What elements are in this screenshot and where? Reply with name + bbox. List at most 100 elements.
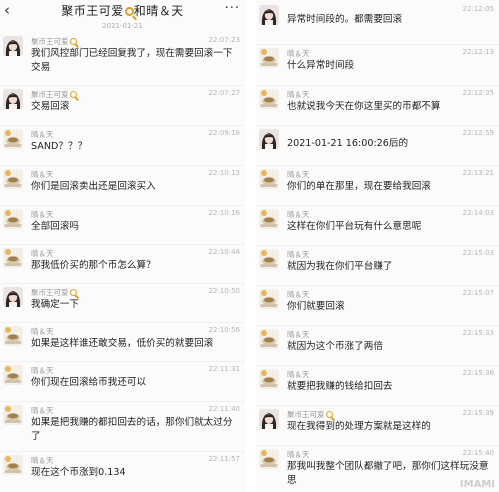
sender-name: 聚币王可爱 bbox=[287, 409, 333, 420]
sender-name: 晴＆天 bbox=[31, 327, 54, 336]
message-item: 晴＆天 22:10:16 全部回滚吗 bbox=[0, 206, 245, 245]
message-time: 22:10:50 bbox=[208, 287, 240, 295]
message-text: 全部回滚吗 bbox=[31, 221, 79, 232]
message-item: 聚币王可爱 22:07:23 我们风控部门已经回复我了，现在需要回滚一下交易 bbox=[0, 33, 245, 86]
sender-name: 晴＆天 bbox=[31, 249, 54, 258]
message-item: 晴＆天 22:09:18 SAND？？？ bbox=[0, 126, 245, 166]
message-time: 22:13:21 bbox=[462, 169, 494, 177]
avatar[interactable] bbox=[3, 326, 23, 346]
chat-panel-right: 22:12:05 异常时间段的。都需要回滚 晴＆天 22:12:13 什么异常时间段 晴＆… bbox=[256, 0, 499, 492]
avatar[interactable] bbox=[259, 48, 279, 68]
message-item: 晴＆天 22:15:03 就因为我在你们平台赚了 bbox=[256, 246, 499, 286]
message-time: 22:10:56 bbox=[208, 326, 240, 334]
message-item: 晴＆天 22:11:40 如果是把我赚的都扣回去的话，那你们就太过分了 bbox=[0, 402, 245, 452]
search-magnifier-icon bbox=[69, 289, 77, 296]
sender-name: 晴＆天 bbox=[287, 170, 310, 179]
sender-name: 晴＆天 bbox=[31, 406, 54, 415]
more-dots-icon[interactable]: ··· bbox=[225, 1, 240, 16]
message-text: 如果是这样谁还敢交易，低价买的就要回滚 bbox=[31, 338, 214, 349]
search-magnifier-icon bbox=[325, 411, 333, 418]
avatar[interactable] bbox=[259, 129, 279, 149]
avatar[interactable] bbox=[3, 365, 23, 385]
watermark: IMAMI bbox=[459, 479, 495, 490]
message-item: 聚币王可爱 22:15:39 现在我得到的处理方案就是这样的 bbox=[256, 406, 499, 446]
avatar[interactable] bbox=[259, 449, 279, 469]
avatar[interactable] bbox=[259, 5, 279, 25]
message-item: 晴＆天 22:11:31 你们现在回滚给币我还可以 bbox=[0, 362, 245, 402]
avatar[interactable] bbox=[259, 409, 279, 429]
avatar[interactable] bbox=[259, 89, 279, 109]
sender-name: 晴＆天 bbox=[287, 90, 310, 99]
avatar[interactable] bbox=[3, 36, 23, 56]
sender-name: 晴＆天 bbox=[287, 210, 310, 219]
message-text: 什么异常时间段 bbox=[287, 60, 355, 71]
message-text: 异常时间段的。都需要回滚 bbox=[287, 14, 403, 25]
avatar[interactable] bbox=[3, 169, 23, 189]
message-item: 晴＆天 22:12:35 也就说我今天在你这里买的币都不算 bbox=[256, 86, 499, 126]
avatar[interactable] bbox=[259, 329, 279, 349]
message-time: 22:14:03 bbox=[462, 209, 494, 217]
message-text: 现在这个币涨到0.134 bbox=[31, 467, 126, 478]
avatar[interactable] bbox=[3, 405, 23, 425]
sender-name: 晴＆天 bbox=[287, 450, 310, 459]
sender-name: 晴＆天 bbox=[31, 130, 54, 139]
avatar[interactable] bbox=[259, 289, 279, 309]
message-text: 你们的单在那里，现在要给我回滚 bbox=[287, 181, 431, 192]
message-item: 晴＆天 22:15:33 就因为这个币涨了两倍 bbox=[256, 326, 499, 366]
sender-name: 晴＆天 bbox=[287, 250, 310, 259]
avatar[interactable] bbox=[3, 129, 23, 149]
message-time: 22:15:40 bbox=[462, 449, 494, 457]
message-text: 现在我得到的处理方案就是这样的 bbox=[287, 421, 431, 432]
message-text: 交易回滚 bbox=[31, 101, 70, 112]
message-item: 晴＆天 22:10:13 你们是回滚卖出还是回滚买入 bbox=[0, 166, 245, 206]
avatar[interactable] bbox=[259, 369, 279, 389]
avatar[interactable] bbox=[3, 89, 23, 109]
message-text: 我确定一下 bbox=[31, 299, 79, 310]
sender-name: 晴＆天 bbox=[287, 290, 310, 299]
message-item: 晴＆天 22:14:03 这样在你们平台玩有什么意思呢 bbox=[256, 206, 499, 246]
message-time: 22:11:40 bbox=[208, 405, 240, 413]
message-item: 晴＆天 22:12:13 什么异常时间段 bbox=[256, 45, 499, 86]
message-item: 晴＆天 22:15:07 你们就要回滚 bbox=[256, 286, 499, 326]
message-text: 就因为我在你们平台赚了 bbox=[287, 261, 393, 272]
search-magnifier-icon bbox=[69, 38, 77, 45]
avatar[interactable] bbox=[3, 287, 23, 307]
message-text: 我们风控部门已经回复我了，现在需要回滚一下交易 bbox=[31, 48, 233, 73]
message-text: 这样在你们平台玩有什么意思呢 bbox=[287, 221, 422, 232]
message-item: 聚币王可爱 22:10:50 我确定一下 bbox=[0, 284, 245, 323]
message-time: 22:12:13 bbox=[462, 48, 494, 56]
message-time: 22:12:35 bbox=[462, 89, 494, 97]
avatar[interactable] bbox=[3, 455, 23, 475]
chat-header: ‹ 聚币王可爱 和晴＆天 ··· bbox=[0, 0, 245, 20]
search-magnifier-icon bbox=[124, 7, 134, 16]
chat-title: 聚币王可爱 和晴＆天 bbox=[0, 2, 245, 19]
message-text: 如果是把我赚的都扣回去的话，那你们就太过分了 bbox=[31, 417, 233, 442]
message-time: 22:09:18 bbox=[208, 129, 240, 137]
message-item: 22:12:59 2021-01-21 16:00:26后的 bbox=[256, 126, 499, 166]
avatar[interactable] bbox=[3, 248, 23, 268]
message-time: 22:10:16 bbox=[208, 209, 240, 217]
message-item: 晴＆天 22:10:44 那我低价买的那个币怎么算？ bbox=[0, 245, 245, 284]
sender-name: 晴＆天 bbox=[31, 170, 54, 179]
sender-name: 晴＆天 bbox=[31, 366, 54, 375]
sender-name: 晴＆天 bbox=[287, 330, 310, 339]
message-time: 22:11:31 bbox=[208, 365, 240, 373]
message-text: 你们现在回滚给币我还可以 bbox=[31, 377, 147, 388]
message-text: 你们就要回滚 bbox=[287, 301, 345, 312]
avatar[interactable] bbox=[259, 209, 279, 229]
avatar[interactable] bbox=[3, 209, 23, 229]
avatar[interactable] bbox=[259, 249, 279, 269]
sender-name: 晴＆天 bbox=[287, 370, 310, 379]
message-time: 22:15:39 bbox=[462, 409, 494, 417]
message-text: SAND？？？ bbox=[31, 141, 88, 152]
message-text: 也就说我今天在你这里买的币都不算 bbox=[287, 101, 441, 112]
chat-title-name: 聚币王可爱 bbox=[61, 4, 124, 18]
sender-name: 聚币王可爱 bbox=[31, 89, 77, 100]
avatar[interactable] bbox=[259, 169, 279, 189]
message-time: 22:12:05 bbox=[462, 5, 494, 13]
panel-divider bbox=[245, 0, 256, 492]
message-item: 22:12:05 异常时间段的。都需要回滚 bbox=[256, 2, 499, 45]
message-text: 你们是回滚卖出还是回滚买入 bbox=[31, 181, 156, 192]
message-time: 22:15:07 bbox=[462, 289, 494, 297]
message-time: 22:10:13 bbox=[208, 169, 240, 177]
